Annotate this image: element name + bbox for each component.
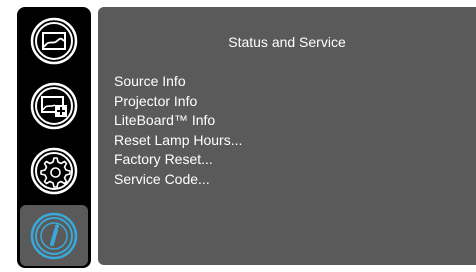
sidebar-item-settings[interactable]: [20, 140, 88, 201]
sidebar-item-setup[interactable]: [20, 75, 88, 136]
menu-item-liteboard-info[interactable]: LiteBoard™ Info: [114, 111, 242, 131]
projector-osd: Status and Service Source Info Projector…: [0, 0, 476, 272]
sidebar-item-info[interactable]: [20, 205, 88, 266]
menu-item-reset-lamp-hours[interactable]: Reset Lamp Hours...: [114, 131, 242, 151]
menu-item-factory-reset[interactable]: Factory Reset...: [114, 150, 242, 170]
picture-icon: [30, 17, 78, 64]
menu-item-projector-info[interactable]: Projector Info: [114, 92, 242, 112]
sidebar-item-picture[interactable]: [20, 10, 88, 71]
status-service-panel: Status and Service Source Info Projector…: [98, 7, 476, 265]
sidebar: [17, 7, 91, 268]
menu-item-source-info[interactable]: Source Info: [114, 72, 242, 92]
panel-title: Status and Service: [228, 34, 346, 50]
menu-item-service-code[interactable]: Service Code...: [114, 170, 242, 190]
gear-icon: [30, 147, 78, 194]
status-service-menu: Source Info Projector Info LiteBoard™ In…: [114, 72, 242, 190]
picture-plus-icon: [30, 82, 78, 129]
info-icon: [30, 212, 78, 259]
